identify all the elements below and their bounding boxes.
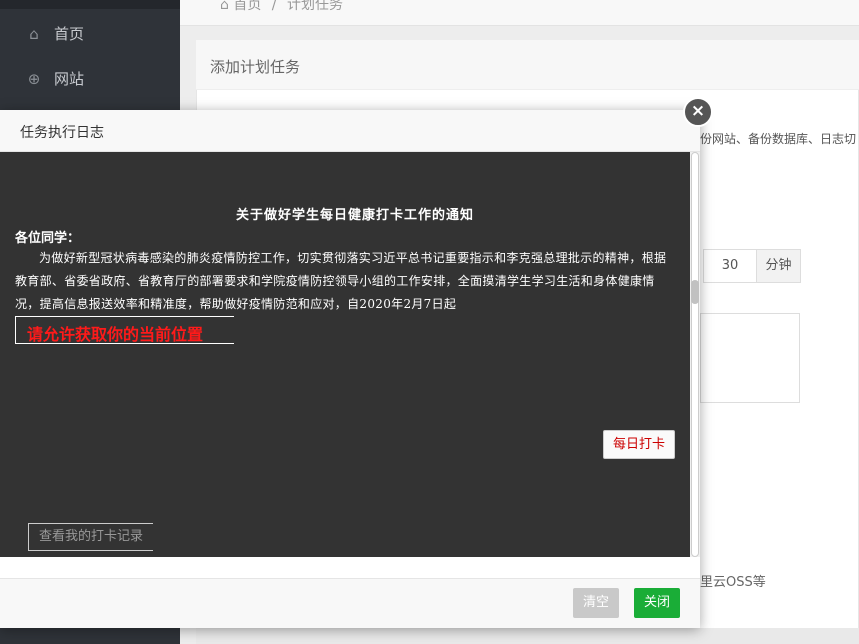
close-button[interactable]: 关闭 xyxy=(634,588,680,618)
sidebar-item-label: 首页 xyxy=(54,25,85,43)
breadcrumb-separator: / xyxy=(271,0,277,13)
close-icon[interactable]: × xyxy=(683,97,713,127)
minute-unit: 分钟 xyxy=(756,249,801,283)
sidebar-item-label: 网站 xyxy=(54,70,85,88)
modal-header: 任务执行日志 xyxy=(0,110,700,152)
bottom-strip xyxy=(196,628,859,644)
oss-hint: 里云OSS等 xyxy=(700,575,766,590)
task-log-modal: 任务执行日志 × 关于做好学生每日健康打卡工作的通知 各位同学： 为做好新型冠状… xyxy=(0,97,713,628)
home-icon: ⌂ xyxy=(220,0,229,13)
notice-title: 关于做好学生每日健康打卡工作的通知 xyxy=(235,208,474,223)
clear-button[interactable]: 清空 xyxy=(573,588,619,618)
globe-icon: ⊕ xyxy=(27,69,41,88)
task-description: 备份网站、备份数据库、日志切 xyxy=(688,132,857,146)
log-frame: 关于做好学生每日健康打卡工作的通知 各位同学： 为做好新型冠状病毒感染的肺炎疫情… xyxy=(0,152,690,557)
modal-body: 关于做好学生每日健康打卡工作的通知 各位同学： 为做好新型冠状病毒感染的肺炎疫情… xyxy=(0,152,700,557)
breadcrumb-current: 计划任务 xyxy=(286,0,343,13)
breadcrumb-home[interactable]: 首页 xyxy=(233,0,261,13)
sidebar-item-website[interactable]: ⊕ 网站 xyxy=(26,68,84,89)
modal-title: 任务执行日志 xyxy=(20,125,104,141)
breadcrumb: ⌂ 首页 / 计划任务 xyxy=(220,0,343,14)
panel-title: 添加计划任务 xyxy=(210,58,301,76)
sidebar-topbar xyxy=(0,0,180,9)
minute-input[interactable]: 30 xyxy=(703,249,757,283)
home-icon: ⌂ xyxy=(29,24,39,43)
sidebar-item-home[interactable]: ⌂ 首页 xyxy=(26,23,84,44)
location-prompt: 请允许获取你的当前位置 xyxy=(27,325,204,344)
notice-greeting: 各位同学： xyxy=(15,231,81,246)
scrollbar-thumb[interactable] xyxy=(691,280,699,304)
scrollbar[interactable] xyxy=(691,152,699,557)
daily-punch-button[interactable]: 每日打卡 xyxy=(603,430,675,459)
view-records-button[interactable]: 查看我的打卡记录 xyxy=(28,523,153,551)
modal-footer: 清空 关闭 xyxy=(0,578,700,628)
notice-body: 为做好新型冠状病毒感染的肺炎疫情防控工作，切实贯彻落实习近平总书记重要指示和李克… xyxy=(15,251,667,311)
script-textarea[interactable] xyxy=(700,313,800,403)
